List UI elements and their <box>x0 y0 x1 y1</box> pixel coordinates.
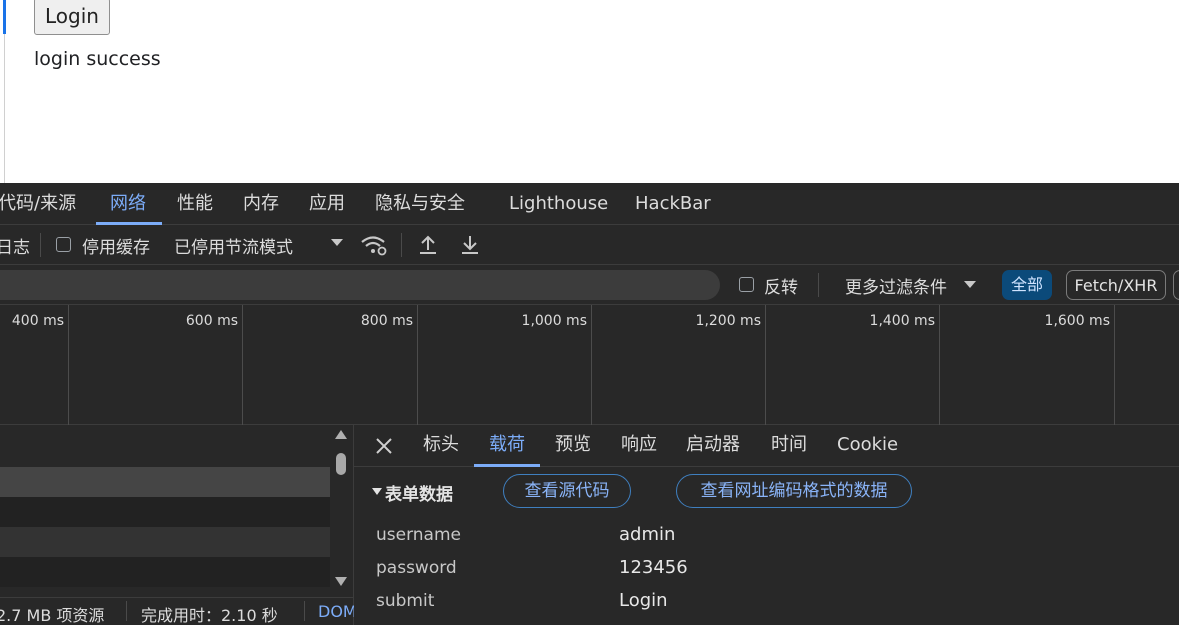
tab-hackbar[interactable]: HackBar <box>635 183 711 225</box>
finish-time: 完成用时：2.10 秒 <box>141 606 278 625</box>
tab-network[interactable]: 网络 <box>110 183 146 225</box>
detail-tabbar: 标头 载荷 预览 响应 启动器 时间 Cookie <box>354 425 1179 467</box>
tab-application[interactable]: 应用 <box>309 183 345 225</box>
invert-checkbox[interactable] <box>739 277 754 292</box>
tab-preview[interactable]: 预览 <box>555 425 591 467</box>
timeline-gridline <box>68 305 69 425</box>
chevron-down-icon[interactable] <box>331 239 343 246</box>
filter-chip-all[interactable]: 全部 <box>1002 270 1052 300</box>
timeline-gridline <box>417 305 418 425</box>
status-divider <box>304 601 305 621</box>
tab-sources[interactable]: 代码/来源 <box>0 183 76 225</box>
timeline-tick-label: 1,200 ms <box>695 313 761 329</box>
network-toolbar: 日志 停用缓存 已停用节流模式 <box>0 225 1179 265</box>
caret-down-icon[interactable] <box>372 488 382 495</box>
form-key-username: username <box>376 525 461 545</box>
form-key-submit: submit <box>376 591 435 611</box>
timeline-tick-label: 600 ms <box>185 313 238 329</box>
timeline-tick-label: 1,600 ms <box>1044 313 1110 329</box>
filter-chip-fetch-xhr[interactable]: Fetch/XHR <box>1066 270 1166 300</box>
tab-initiator[interactable]: 启动器 <box>686 425 740 467</box>
disable-cache-checkbox[interactable] <box>56 237 71 252</box>
timeline-gridline <box>765 305 766 425</box>
scrollbar-thumb[interactable] <box>336 453 346 475</box>
form-data-section-title[interactable]: 表单数据 <box>385 480 453 505</box>
tab-payload[interactable]: 载荷 <box>489 425 525 467</box>
filter-input[interactable] <box>0 270 720 300</box>
timeline-overview[interactable]: 400 ms 600 ms 800 ms 1,000 ms 1,200 ms 1… <box>0 305 1179 425</box>
table-row[interactable] <box>0 557 330 587</box>
invert-label[interactable]: 反转 <box>764 273 798 298</box>
tab-memory[interactable]: 内存 <box>243 183 279 225</box>
chevron-down-icon[interactable] <box>964 281 976 288</box>
active-detail-tab-indicator <box>474 464 540 467</box>
tab-privacy-security[interactable]: 隐私与安全 <box>375 183 465 225</box>
filter-bar: 反转 更多过滤条件 全部 Fetch/XHR <box>0 265 1179 305</box>
timeline-gridline <box>591 305 592 425</box>
table-row[interactable] <box>0 467 330 497</box>
close-icon[interactable] <box>375 437 393 455</box>
form-key-password: password <box>376 558 457 578</box>
upload-icon[interactable] <box>417 233 439 257</box>
devtools-tabbar: 代码/来源 网络 性能 内存 应用 隐私与安全 Lighthouse HackB… <box>0 183 1179 225</box>
timeline-gridline <box>939 305 940 425</box>
request-list: 2.7 MB 项资源 完成用时：2.10 秒 DOM <box>0 425 357 625</box>
form-value-submit: Login <box>619 590 668 611</box>
timeline-tick-label: 400 ms <box>11 313 64 329</box>
request-list-scrollbar[interactable] <box>333 425 349 595</box>
timeline-gridline <box>242 305 243 425</box>
filter-chip-next[interactable] <box>1173 270 1179 300</box>
table-row[interactable] <box>0 527 330 557</box>
timeline-gridline <box>1114 305 1115 425</box>
timeline-tick-label: 1,000 ms <box>521 313 587 329</box>
disable-cache-label[interactable]: 停用缓存 <box>82 233 150 258</box>
filter-divider <box>818 273 819 297</box>
more-filters-dropdown[interactable]: 更多过滤条件 <box>845 273 947 298</box>
view-source-button[interactable]: 查看源代码 <box>503 474 631 508</box>
request-detail-pane: 标头 载荷 预览 响应 启动器 时间 Cookie 表单数据 查看源代码 查看网… <box>354 425 1179 625</box>
view-url-encoded-button[interactable]: 查看网址编码格式的数据 <box>676 474 912 508</box>
login-button[interactable]: Login <box>34 0 110 35</box>
timeline-tick-label: 800 ms <box>360 313 413 329</box>
throttling-select[interactable]: 已停用节流模式 <box>174 233 293 258</box>
form-value-password: 123456 <box>619 557 688 578</box>
tab-response[interactable]: 响应 <box>621 425 657 467</box>
toolbar-divider <box>401 233 402 257</box>
table-row[interactable] <box>0 497 330 527</box>
network-conditions-icon[interactable] <box>360 233 388 257</box>
page-viewport: Login login success <box>0 0 1179 183</box>
scroll-up-arrow-icon[interactable] <box>335 430 347 439</box>
login-status-message: login success <box>34 48 161 70</box>
tab-headers[interactable]: 标头 <box>423 425 459 467</box>
status-divider <box>126 601 127 621</box>
resources-summary: 2.7 MB 项资源 <box>0 606 105 625</box>
network-status-bar: 2.7 MB 项资源 完成用时：2.10 秒 DOM <box>0 597 357 625</box>
toolbar-divider <box>40 233 41 257</box>
form-value-username: admin <box>619 524 676 545</box>
dom-content-loaded: DOM <box>318 602 357 621</box>
timeline-tick-label: 1,400 ms <box>869 313 935 329</box>
scroll-down-arrow-icon[interactable] <box>335 577 347 586</box>
devtools-panel: 代码/来源 网络 性能 内存 应用 隐私与安全 Lighthouse HackB… <box>0 183 1179 625</box>
tab-lighthouse[interactable]: Lighthouse <box>509 183 608 225</box>
tab-performance[interactable]: 性能 <box>177 183 213 225</box>
preserve-log-label[interactable]: 日志 <box>0 233 30 258</box>
page-focus-accent <box>3 0 6 34</box>
tab-cookies[interactable]: Cookie <box>837 425 898 467</box>
download-icon[interactable] <box>459 233 481 257</box>
tab-timing[interactable]: 时间 <box>771 425 807 467</box>
